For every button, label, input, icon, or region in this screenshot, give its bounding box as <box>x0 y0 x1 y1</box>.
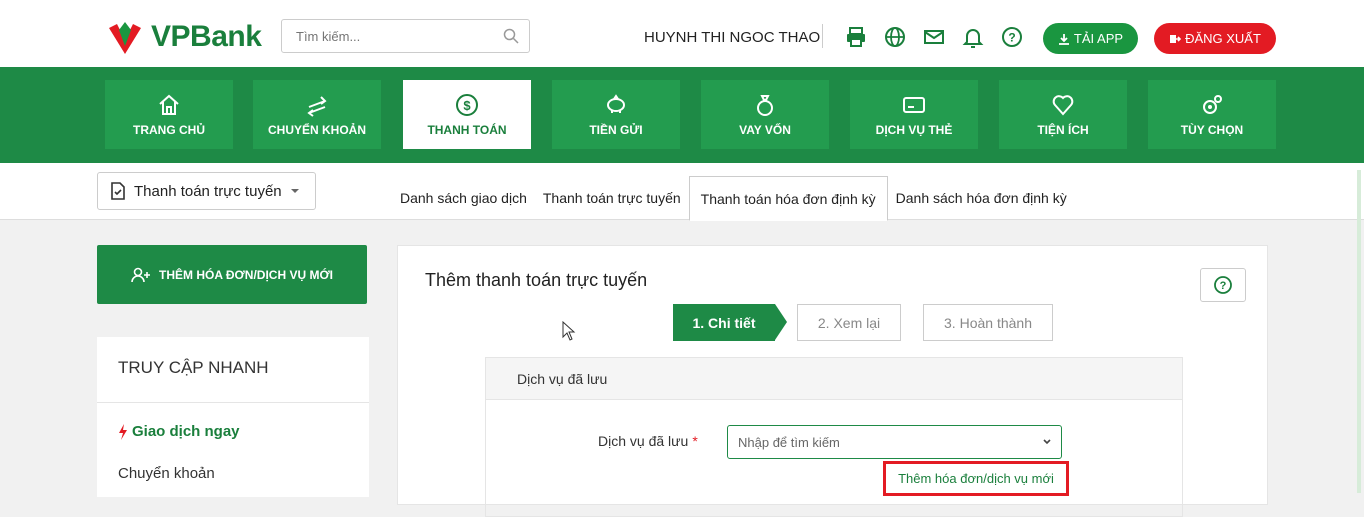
quick-access-title: TRUY CẬP NHANH <box>118 358 269 377</box>
printer-icon[interactable] <box>845 26 867 48</box>
search-input[interactable] <box>282 20 482 52</box>
sub-nav: Thanh toán trực tuyến Danh sách giao dịc… <box>0 163 1364 221</box>
svg-text:$: $ <box>463 98 471 113</box>
payment-tabs: Danh sách giao dịch Thanh toán trực tuyế… <box>392 176 1075 221</box>
header-divider <box>822 24 823 48</box>
flash-icon <box>119 423 127 440</box>
tab-recurring-bill-list[interactable]: Danh sách hóa đơn định kỳ <box>888 176 1075 220</box>
nav-item-utilities[interactable]: TIỆN ÍCH <box>999 80 1127 149</box>
home-icon <box>159 94 179 115</box>
document-check-icon <box>111 182 125 200</box>
quick-item-transact-now[interactable]: Giao dịch ngay <box>118 423 240 440</box>
card-icon <box>903 96 925 113</box>
nav-item-transfer[interactable]: CHUYỂN KHOẢN <box>253 80 381 149</box>
chevron-down-icon <box>1043 439 1051 445</box>
saved-service-select[interactable]: Nhập để tìm kiếm <box>727 425 1062 459</box>
panel-title: Dịch vụ đã lưu <box>486 358 1182 400</box>
dollar-icon: $ <box>456 93 478 116</box>
nav-item-options[interactable]: TÙY CHỌN <box>1148 80 1276 149</box>
step-complete: 3. Hoàn thành <box>923 304 1053 341</box>
gear-icon <box>1203 94 1222 114</box>
svg-text:?: ? <box>1220 280 1227 292</box>
header-icons: ? <box>845 26 1023 48</box>
transfer-icon <box>307 95 327 117</box>
search-box[interactable] <box>281 19 530 53</box>
logout-icon <box>1170 34 1182 43</box>
bell-icon[interactable] <box>962 26 984 48</box>
main-content: Thêm thanh toán trực tuyến ? 1. Chi tiết… <box>397 245 1268 517</box>
quick-access-panel: TRUY CẬP NHANH Giao dịch ngay Chuyển kho… <box>97 337 369 497</box>
download-icon <box>1058 33 1069 45</box>
step-details: 1. Chi tiết <box>673 304 787 341</box>
globe-icon[interactable] <box>884 26 906 48</box>
top-bar: VPBank HUYNH THI NGOC THAO ? TẢI APP ĐĂN… <box>0 0 1364 67</box>
logout-button[interactable]: ĐĂNG XUẤT <box>1154 23 1276 54</box>
tab-transaction-list[interactable]: Danh sách giao dịch <box>392 176 535 220</box>
add-new-bill-button[interactable]: THÊM HÓA ĐƠN/DỊCH VỤ MỚI <box>97 245 367 304</box>
saved-service-label: Dịch vụ đã lưu * <box>598 433 698 449</box>
nav-item-loan[interactable]: VAY VỐN <box>701 80 829 149</box>
piggy-bank-icon <box>607 93 625 113</box>
question-icon: ? <box>1214 276 1232 294</box>
step-indicator: 1. Chi tiết 2. Xem lại 3. Hoàn thành <box>673 304 1053 341</box>
nav-item-payment[interactable]: $ THANH TOÁN <box>403 80 531 149</box>
scrollbar[interactable] <box>1357 170 1361 493</box>
mail-icon[interactable] <box>923 26 945 48</box>
nav-item-card[interactable]: DỊCH VỤ THẺ <box>850 80 978 149</box>
download-app-button[interactable]: TẢI APP <box>1043 23 1138 54</box>
payment-type-dropdown[interactable]: Thanh toán trực tuyến <box>97 172 316 210</box>
saved-services-panel: Dịch vụ đã lưu Dịch vụ đã lưu * Nhập để t… <box>485 357 1183 517</box>
tab-online-payment[interactable]: Thanh toán trực tuyến <box>535 176 689 220</box>
help-icon[interactable]: ? <box>1001 26 1023 48</box>
main-nav: TRANG CHỦ CHUYỂN KHOẢN $ THANH TOÁN TIỀN… <box>0 67 1364 163</box>
nav-item-deposit[interactable]: TIỀN GỬI <box>552 80 680 149</box>
quick-access-divider <box>97 402 369 403</box>
caret-down-icon <box>290 189 299 193</box>
step-review: 2. Xem lại <box>797 304 901 341</box>
username: HUYNH THI NGOC THAO <box>644 29 821 46</box>
logo-text: VPBank <box>151 20 262 53</box>
nav-item-home[interactable]: TRANG CHỦ <box>105 80 233 149</box>
vpbank-logo-icon <box>109 22 141 54</box>
search-icon[interactable] <box>503 28 519 44</box>
tab-recurring-bill-payment[interactable]: Thanh toán hóa đơn định kỳ <box>688 176 888 221</box>
page-title: Thêm thanh toán trực tuyến <box>425 270 648 290</box>
svg-text:?: ? <box>1008 31 1015 45</box>
add-new-service-link[interactable]: Thêm hóa đơn/dịch vụ mới <box>883 461 1069 496</box>
vpbank-logo[interactable]: VPBank <box>105 20 262 54</box>
help-button[interactable]: ? <box>1200 268 1246 302</box>
add-user-icon <box>131 267 150 282</box>
money-bag-icon <box>757 94 773 116</box>
quick-item-transfer[interactable]: Chuyển khoản <box>118 465 215 482</box>
heart-icon <box>1052 94 1074 116</box>
mouse-cursor-icon <box>562 321 576 341</box>
